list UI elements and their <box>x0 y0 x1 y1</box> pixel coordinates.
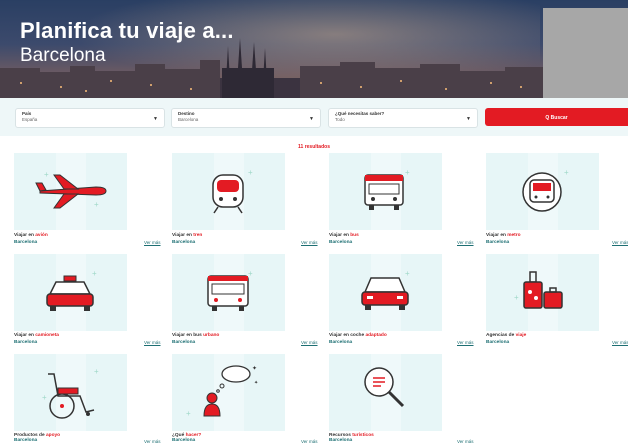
card-image[interactable]: + <box>486 254 599 331</box>
magnifier-icon <box>364 367 405 408</box>
card-image[interactable]: + <box>486 153 599 230</box>
destination-value: Barcelona <box>178 117 199 122</box>
metro-icon <box>522 172 562 212</box>
card-title-highlight: turísticos <box>352 433 374 438</box>
card-title-prefix: Agencias de <box>486 333 516 338</box>
page-subtitle-city: Barcelona <box>20 45 106 66</box>
card-title[interactable]: Viajar en camioneta <box>14 333 59 338</box>
topic-value: Todo <box>335 117 345 122</box>
taxi-icon <box>46 275 94 311</box>
card-title-highlight: bus <box>350 233 359 238</box>
see-more-link[interactable]: Ver más <box>301 439 318 444</box>
card-city: Barcelona <box>329 340 353 345</box>
person-thinking-icon: ✦ ✦ <box>203 365 258 417</box>
country-value: España <box>22 117 38 122</box>
card-title-highlight: tren <box>193 233 203 238</box>
card-city: Barcelona <box>14 240 38 245</box>
card-title[interactable]: Agencias de viaje <box>486 333 526 338</box>
see-more-link[interactable]: Ver más <box>144 240 161 245</box>
card-image[interactable]: + <box>329 153 442 230</box>
card-city: Barcelona <box>172 438 196 443</box>
destination-select[interactable]: Destino Barcelona ▼ <box>171 108 321 128</box>
page-title: Planifica tu viaje a... <box>20 18 234 43</box>
card-title[interactable]: Viajar en avión <box>14 233 48 238</box>
card-title-highlight: urbano <box>203 333 220 338</box>
card-image[interactable]: + <box>172 153 285 230</box>
card-title-highlight: apoyo <box>45 433 61 438</box>
see-more-link[interactable]: Ver más <box>301 340 318 345</box>
plane-icon <box>35 174 107 209</box>
card-city: Barcelona <box>486 240 510 245</box>
card-title-prefix: Viajar en <box>14 233 36 238</box>
hero-side-panel <box>543 8 628 98</box>
see-more-link[interactable]: Ver más <box>612 240 628 245</box>
svg-text:✦: ✦ <box>252 365 257 372</box>
see-more-link[interactable]: Ver más <box>457 340 474 345</box>
card-image[interactable]: + <box>329 254 442 331</box>
card-title-prefix: Viajar en <box>14 333 36 338</box>
see-more-link[interactable]: Ver más <box>457 240 474 245</box>
card-title-prefix: Viajar en <box>329 233 351 238</box>
card-image[interactable] <box>329 354 442 431</box>
card-city: Barcelona <box>486 340 510 345</box>
chevron-down-icon: ▼ <box>466 116 471 122</box>
card-image[interactable]: + <box>14 254 127 331</box>
topic-select[interactable]: ¿Qué necesitas saber? Todo ▼ <box>328 108 478 128</box>
luggage-icon <box>523 271 563 309</box>
card-image[interactable]: + ✦ ✦ <box>172 354 285 431</box>
card-city: Barcelona <box>172 340 196 345</box>
country-select[interactable]: País España ▼ <box>15 108 165 128</box>
card-title-prefix: Viajar en bus <box>172 333 204 338</box>
card-title-prefix: Viajar en coche <box>329 333 366 338</box>
results-count: 11 resultados <box>298 144 330 150</box>
card-image[interactable]: + + <box>14 354 127 431</box>
train-icon <box>212 174 244 214</box>
card-city: Barcelona <box>172 240 196 245</box>
chevron-down-icon: ▼ <box>153 116 158 122</box>
card-title-highlight: camioneta <box>35 333 59 338</box>
card-title[interactable]: Viajar en metro <box>486 233 521 238</box>
card-city: Barcelona <box>14 438 38 443</box>
card-title-highlight: viaje <box>515 333 527 338</box>
search-button[interactable]: Q Buscar <box>485 108 628 126</box>
card-title[interactable]: Viajar en bus urbano <box>172 333 219 338</box>
card-image[interactable]: + <box>172 254 285 331</box>
card-title-prefix: Viajar en <box>486 233 508 238</box>
card-title[interactable]: Viajar en tren <box>172 233 202 238</box>
svg-text:✦: ✦ <box>254 380 258 386</box>
card-title-prefix: Viajar en <box>172 233 194 238</box>
city-bus-icon <box>207 275 249 311</box>
see-more-link[interactable]: Ver más <box>301 240 318 245</box>
wheelchair-icon <box>48 373 95 419</box>
see-more-link[interactable]: Ver más <box>612 340 628 345</box>
chevron-down-icon: ▼ <box>309 116 314 122</box>
card-title-highlight: avión <box>35 233 48 238</box>
card-city: Barcelona <box>329 240 353 245</box>
card-title-highlight: metro <box>507 233 521 238</box>
car-icon <box>361 277 409 310</box>
see-more-link[interactable]: Ver más <box>144 439 161 444</box>
card-title[interactable]: Viajar en coche adaptado <box>329 333 387 338</box>
hero-banner: Planifica tu viaje a... Barcelona <box>0 0 628 98</box>
card-title-highlight: adaptado <box>365 333 387 338</box>
bus-icon <box>364 174 404 210</box>
card-city: Barcelona <box>14 340 38 345</box>
card-image[interactable]: + + <box>14 153 127 230</box>
card-city: Barcelona <box>329 438 353 443</box>
see-more-link[interactable]: Ver más <box>457 439 474 444</box>
card-title[interactable]: Viajar en bus <box>329 233 359 238</box>
see-more-link[interactable]: Ver más <box>144 340 161 345</box>
